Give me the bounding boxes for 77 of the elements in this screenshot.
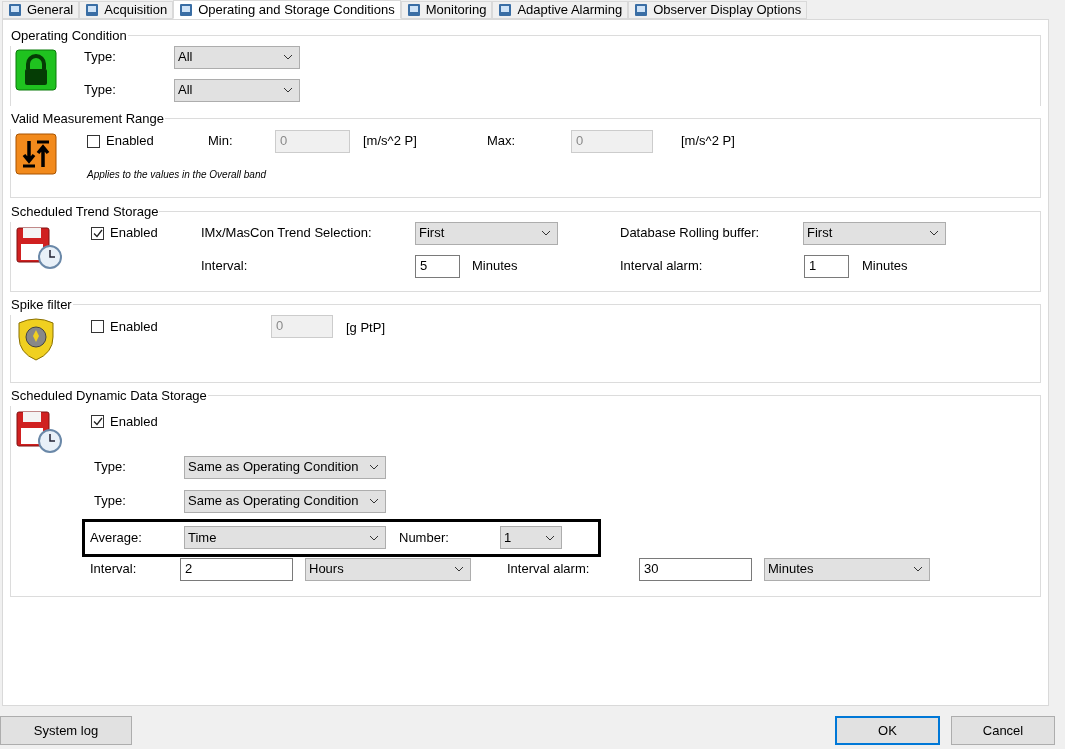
field-label: Interval: (90, 560, 138, 579)
field-label: Interval alarm: (506, 560, 591, 579)
checkbox[interactable] (87, 134, 100, 148)
tab-icon (498, 3, 513, 17)
tab-icon (179, 2, 194, 17)
field-label: IMx/MasCon Trend Selection: (201, 224, 373, 243)
checkmark-icon (92, 228, 103, 238)
chevron-down-icon (541, 230, 551, 236)
chevron-down-icon (283, 87, 293, 93)
field-label: Minutes (861, 257, 908, 276)
dropdown[interactable]: First (415, 221, 558, 245)
tab[interactable]: General (2, 1, 80, 19)
enabled-checkbox[interactable]: Enabled (91, 411, 158, 431)
checkbox[interactable] (91, 414, 104, 428)
chevron-down-icon (913, 566, 923, 572)
field-label: Interval alarm: (620, 257, 704, 276)
dropdown[interactable]: Minutes (764, 557, 930, 581)
lock-icon (15, 48, 57, 91)
field-label: Type: (84, 81, 117, 100)
chevron-down-icon (369, 498, 379, 504)
ok-button[interactable]: OK (835, 716, 940, 745)
chevron-down-icon (545, 534, 555, 541)
field-label: Max: (487, 132, 517, 151)
tab-icon (85, 3, 100, 17)
field-label: Average: (90, 528, 143, 547)
tab-icon (634, 3, 649, 17)
dropdown[interactable]: 1 (500, 526, 562, 549)
checkbox[interactable] (91, 226, 104, 240)
field-label: [m/s^2 P] (362, 132, 418, 151)
field-label: [g PtP] (345, 318, 386, 337)
tab[interactable]: Monitoring (400, 1, 493, 19)
tab[interactable]: Acquisition (79, 1, 174, 19)
field-label: Interval: (200, 257, 249, 276)
chevron-down-icon (929, 230, 939, 236)
field-label: [m/s^2 P] (680, 132, 735, 151)
group-title: Operating Condition (10, 27, 128, 45)
shield-icon (15, 316, 57, 361)
field-label: Type: (84, 48, 117, 67)
enabled-checkbox[interactable]: Enabled (87, 131, 208, 151)
dropdown[interactable]: First (803, 221, 946, 245)
input-field[interactable]: 1 (804, 254, 849, 278)
dropdown[interactable]: Time (184, 526, 386, 549)
input-field[interactable]: 30 (639, 557, 752, 581)
up-down-arrows-icon (15, 132, 57, 175)
group-title: Scheduled Dynamic Data Storage (10, 387, 208, 405)
dropdown[interactable]: Hours (305, 557, 471, 581)
dropdown[interactable]: Same as Operating Condition (184, 489, 386, 513)
dropdown[interactable]: All (174, 45, 300, 69)
checkmark-icon (92, 416, 103, 426)
tab-icon (406, 3, 421, 17)
dropdown[interactable]: Same as Operating Condition (184, 455, 386, 479)
field-label: Type: (94, 458, 127, 477)
chevron-down-icon (283, 54, 293, 60)
tab[interactable]: Operating and Storage Conditions (173, 0, 401, 19)
input-field[interactable]: 5 (415, 254, 460, 278)
tab[interactable]: Adaptive Alarming (492, 1, 629, 19)
floppy-clock-icon (15, 409, 63, 454)
floppy-clock-icon (15, 225, 63, 270)
cancel-button[interactable]: Cancel (951, 716, 1055, 745)
field-label: Database Rolling buffer: (619, 224, 761, 243)
note-text: Applies to the values in the Overall band (87, 167, 268, 182)
enabled-checkbox[interactable]: Enabled (91, 223, 201, 243)
chevron-down-icon (454, 566, 464, 572)
system-log-button[interactable]: System log (0, 716, 132, 745)
group-title: Scheduled Trend Storage (10, 203, 160, 221)
chevron-down-icon (369, 464, 379, 470)
chevron-down-icon (369, 534, 379, 541)
dropdown[interactable]: All (174, 78, 300, 102)
field-label: Type: (94, 492, 127, 511)
group-title: Spike filter (10, 296, 73, 314)
group-title: Valid Measurement Range (10, 110, 165, 128)
tab[interactable]: Observer Display Options (628, 1, 808, 19)
field-label: Number: (398, 528, 450, 547)
field-label: Min: (208, 132, 234, 151)
input-field[interactable]: 2 (180, 557, 293, 581)
tab-icon (8, 3, 22, 17)
field-label: Minutes (471, 257, 519, 276)
